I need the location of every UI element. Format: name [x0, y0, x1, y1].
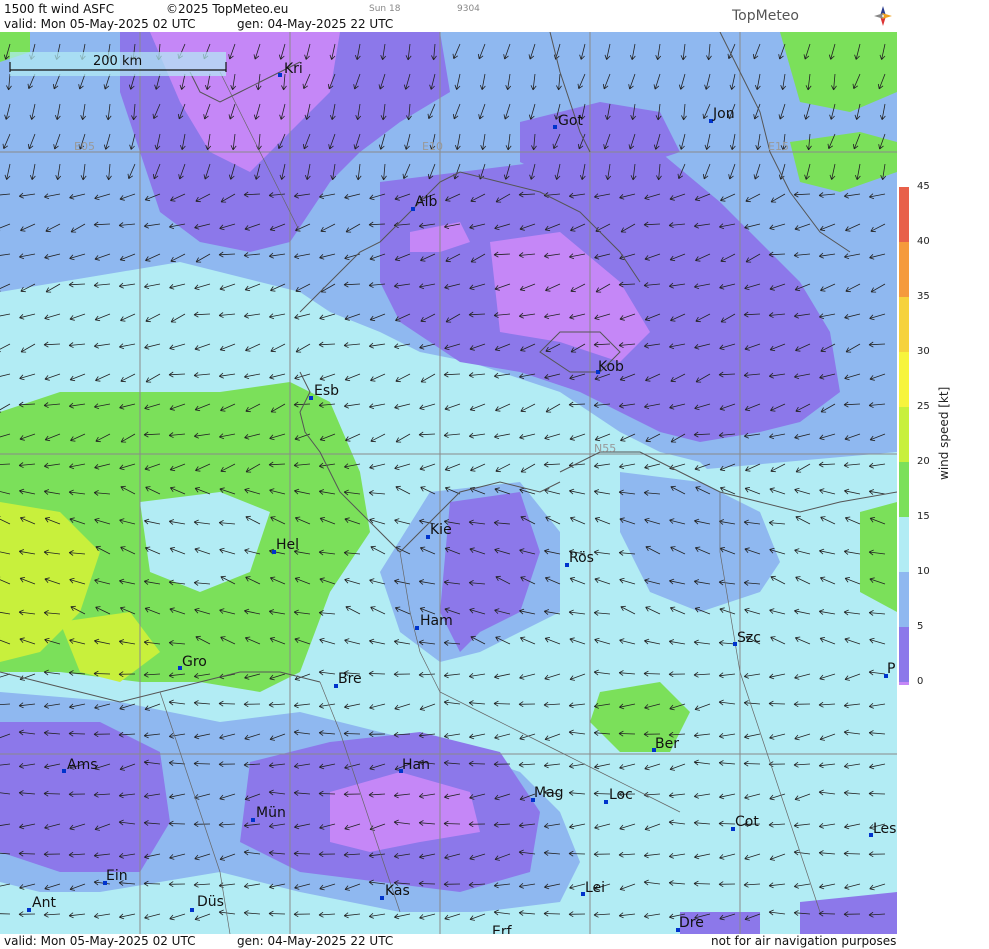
brand-name: TopMeteo	[732, 8, 799, 24]
colorbar-tick: 30	[917, 346, 930, 357]
city-label: Les	[873, 821, 896, 837]
city-label: Kas	[385, 883, 410, 899]
city-label: Mag	[534, 785, 564, 801]
colorbar-segment	[899, 352, 909, 407]
city-label: Ein	[106, 868, 128, 884]
colorbar-tick: 0	[917, 676, 924, 687]
city-label: P	[887, 661, 895, 677]
city-label: Kie	[430, 522, 452, 538]
colorbar-segment	[899, 187, 909, 242]
city-label: Hel	[276, 537, 299, 553]
city-label: Düs	[197, 894, 224, 910]
grid-label-e05: E05	[74, 140, 95, 153]
sun-label: Sun 18	[369, 4, 401, 14]
colorbar-segment	[899, 407, 909, 462]
colorbar-segment	[899, 517, 909, 572]
city-label: Erf	[492, 924, 513, 934]
city-label: Loc	[609, 787, 633, 803]
scale-bar: 200 km	[9, 52, 227, 76]
city-label: Bre	[338, 671, 362, 687]
city-label: Gro	[182, 654, 207, 670]
grid-label-e15: E15	[768, 140, 789, 153]
city-label: Ams	[67, 757, 98, 773]
city-label: Ant	[32, 895, 56, 911]
scale-bar-label: 200 km	[93, 54, 142, 69]
disclaimer: not for air navigation purposes	[711, 934, 897, 948]
city-label: Han	[402, 757, 430, 773]
city-label: Dre	[679, 915, 704, 931]
colorbar-segment	[899, 242, 909, 297]
city-label: Rös	[569, 550, 594, 566]
colorbar-tick: 10	[917, 566, 930, 577]
grid-label-n55: N55	[594, 442, 616, 455]
colorbar-tick: 5	[917, 621, 924, 632]
gen-time: gen: 04-May-2025 22 UTC	[237, 17, 394, 31]
footer-valid-time: valid: Mon 05-May-2025 02 UTC	[4, 934, 196, 948]
chart-header: 1500 ft wind ASFC ©2025 TopMeteo.eu Sun …	[0, 0, 897, 32]
colorbar-segment	[899, 627, 909, 682]
colorbar-tick: 45	[917, 181, 930, 192]
colorbar-title: wind speed [kt]	[937, 386, 951, 480]
city-label: Szc	[737, 630, 761, 646]
colorbar-segment	[899, 682, 909, 685]
colorbar-tick: 35	[917, 291, 930, 302]
city-label: Mün	[256, 805, 286, 821]
city-label: Got	[558, 113, 583, 129]
code-label: 9304	[457, 4, 480, 14]
city-label: Ber	[655, 736, 679, 752]
valid-time: valid: Mon 05-May-2025 02 UTC	[4, 17, 196, 31]
colorbar-tick: 15	[917, 511, 930, 522]
footer-gen-time: gen: 04-May-2025 22 UTC	[237, 934, 394, 948]
colorbar-tick: 20	[917, 456, 930, 467]
city-label: Cot	[735, 814, 759, 830]
colorbar-tick: 25	[917, 401, 930, 412]
product-title: 1500 ft wind ASFC	[4, 2, 115, 16]
chart-footer: valid: Mon 05-May-2025 02 UTC gen: 04-Ma…	[0, 934, 897, 949]
city-label: Alb	[415, 194, 437, 210]
city-label: Jon	[712, 106, 735, 122]
wind-map: E05 E10 E15 N55 200 km Kri Got Jon Alb K…	[0, 32, 897, 934]
colorbar-tick: 40	[917, 236, 930, 247]
colorbar-segment	[899, 462, 909, 517]
colorbar-segment	[899, 297, 909, 352]
city-label: Kri	[284, 61, 303, 77]
city-label: Kob	[598, 359, 624, 375]
copyright: ©2025 TopMeteo.eu	[166, 2, 289, 16]
compass-logo-icon	[874, 6, 892, 26]
colorbar-segment	[899, 572, 909, 627]
city-label: Esb	[314, 383, 339, 399]
colorbar-scale	[899, 187, 909, 685]
city-label: Lei	[585, 880, 605, 896]
city-label: Ham	[420, 613, 453, 629]
grid-label-e10: E10	[422, 140, 443, 153]
colorbar: 45 40 35 30 25 20 15 10 5 0 wind speed [kt]	[897, 0, 989, 949]
